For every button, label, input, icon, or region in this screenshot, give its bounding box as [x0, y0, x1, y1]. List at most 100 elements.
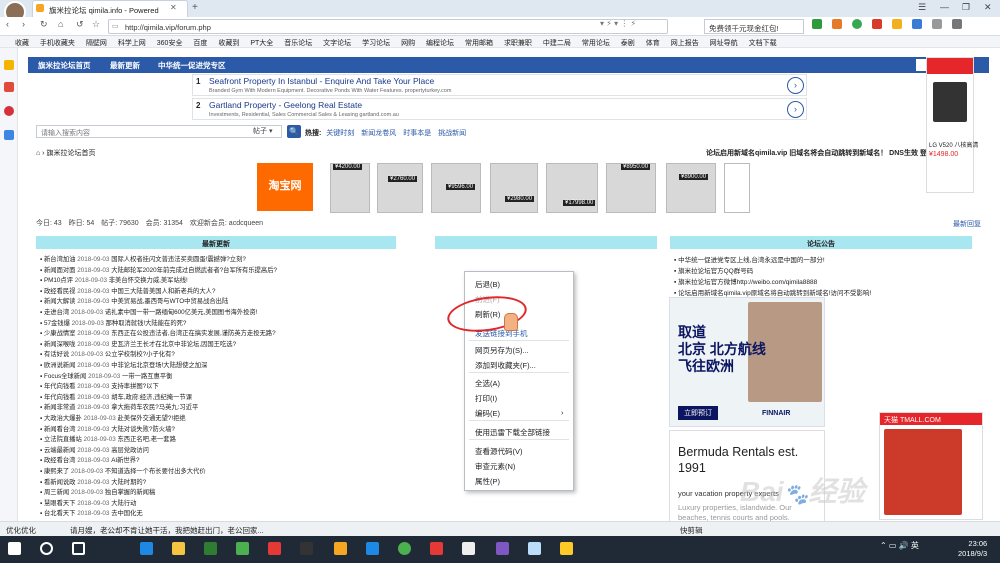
news-title[interactable]: 大陆行动: [111, 500, 136, 507]
news-category[interactable]: PM10点评: [44, 277, 73, 284]
wechat-icon[interactable]: [236, 542, 249, 555]
home-icon[interactable]: ⌂: [58, 19, 63, 29]
news-row[interactable]: ▪ 周三新闻 2018-09-03 独自掌握的新闻稿: [40, 487, 400, 496]
news-category[interactable]: 年代向钱看: [44, 383, 75, 390]
fav-item[interactable]: PT大全: [250, 36, 273, 47]
app-icon[interactable]: [528, 542, 541, 555]
news-category[interactable]: 大政治大爆卦: [44, 415, 82, 422]
news-category[interactable]: 新闻大解读: [44, 298, 75, 305]
news-row[interactable]: ▪ 云端最新闻 2018-09-03 高层党政访问: [40, 445, 400, 454]
app-icon[interactable]: [560, 542, 573, 555]
news-category[interactable]: 台北看天下: [44, 510, 75, 517]
news-row[interactable]: ▪ PM10点评 2018-09-03 非美台怀交换力威,美军站线!: [40, 275, 400, 284]
shield-icon[interactable]: [812, 19, 822, 29]
qq-icon[interactable]: [300, 542, 313, 555]
app-icon[interactable]: [204, 542, 217, 555]
hot-term[interactable]: 时事本是: [403, 130, 431, 137]
fav-item[interactable]: 收藏: [15, 36, 29, 47]
product-thumb[interactable]: ¥8950.00: [606, 163, 656, 213]
tmall-ad[interactable]: 天猫 TMALL.COM: [879, 412, 983, 520]
news-row[interactable]: ▪ 新闻看台湾 2018-09-03 大陆对谈失败?防火墙?: [40, 424, 400, 433]
news-category[interactable]: 年代向钱看: [44, 394, 75, 401]
app-icon[interactable]: [496, 542, 509, 555]
news-row[interactable]: ▪ Focus全球新闻 2018-09-03 一带一路互惠平衡: [40, 371, 400, 380]
news-row[interactable]: ▪ 新台湾加油 2018-09-03 国际人权者挂闪文普违法买卖圆蛋!震撼弹?立…: [40, 254, 400, 263]
red-ext-icon[interactable]: [872, 19, 882, 29]
address-bar[interactable]: http://qimila.vip/forum.php: [108, 19, 668, 34]
news-category[interactable]: 政经看台湾: [44, 457, 75, 464]
traffic-light-ad[interactable]: [724, 163, 750, 213]
forum-search-input[interactable]: 请输入搜索内容: [36, 125, 282, 138]
news-title[interactable]: 赴美保外交通无望?!拒绝: [117, 415, 185, 422]
news-row[interactable]: ▪ 新闻深喉咙 2018-09-03 史瓦济兰王长才在北京中非论坛,因国王吃选?: [40, 339, 400, 348]
menu-inspect[interactable]: 审查元素(N): [475, 461, 515, 472]
nav-home[interactable]: 旗米拉论坛首页: [38, 60, 91, 71]
fav-item[interactable]: 常用邮箱: [465, 36, 493, 47]
fav-item[interactable]: 中建二局: [543, 36, 571, 47]
status-news[interactable]: 请月嫂，老公却不肯让她干活，我把她赶出门，老公回家...: [70, 525, 264, 536]
stat-newest[interactable]: 欢迎新会员: acdcqueen: [190, 220, 263, 227]
news-category[interactable]: 欧洲说新闻: [44, 362, 75, 369]
fav-item[interactable]: 网上报告: [671, 36, 699, 47]
news-category[interactable]: Focus全球新闻: [44, 373, 86, 380]
right-product-ad[interactable]: LG V520 八核高清 ¥1498.00: [926, 57, 978, 193]
back-icon[interactable]: ‹: [6, 19, 9, 29]
news-category[interactable]: 看新闻说政: [44, 479, 75, 486]
fav-item[interactable]: 隔壁网: [86, 36, 107, 47]
notice-item[interactable]: ▪ 旗米拉论坛官方QQ群号码: [674, 265, 753, 275]
menu-save-as[interactable]: 网页另存为(S)...: [475, 345, 529, 356]
fav-item[interactable]: 常用论坛: [582, 36, 610, 47]
fav-item[interactable]: 音乐论坛: [284, 36, 312, 47]
news-row[interactable]: ▪ 年代向钱看 2018-09-03 胡车,政府:经济,违纪掩一节课: [40, 392, 400, 401]
fav-item[interactable]: 文档下载: [749, 36, 777, 47]
fav-item[interactable]: 网购: [401, 36, 415, 47]
news-row[interactable]: ▪ 康熙来了 2018-09-03 不知道选择一个布长要付出多大代价: [40, 466, 400, 475]
ime-indicator[interactable]: 英: [911, 541, 919, 550]
news-title[interactable]: AI新世界?: [111, 457, 139, 464]
search-type-select[interactable]: 帖子 ▾: [253, 126, 272, 136]
browser-app-icon[interactable]: [398, 542, 411, 555]
text-ad[interactable]: 2 Gartland Property - Geelong Real Estat…: [192, 98, 807, 120]
task-view-icon[interactable]: [72, 542, 85, 555]
news-category[interactable]: 有话好说: [44, 351, 69, 358]
news-category[interactable]: 政经看民视: [44, 288, 75, 295]
menu-select-all[interactable]: 全选(A): [475, 378, 500, 389]
menu-properties[interactable]: 属性(P): [475, 476, 500, 487]
folder-icon[interactable]: [172, 542, 185, 555]
menu-view-source[interactable]: 查看源代码(V): [475, 446, 523, 457]
news-title[interactable]: 拿大拖荷车农民?马英九:习近平: [111, 404, 198, 411]
news-title[interactable]: 那种取消就钱!大陆能在的死?: [106, 320, 187, 327]
fav-item[interactable]: 科学上网: [118, 36, 146, 47]
news-title[interactable]: 公立学校制校?小子化有?: [105, 351, 175, 358]
status-right[interactable]: 快剪辑: [680, 525, 703, 536]
blue-ext-icon[interactable]: [912, 19, 922, 29]
chevron-right-icon[interactable]: ›: [787, 101, 804, 118]
fav-item[interactable]: 编程论坛: [426, 36, 454, 47]
news-row[interactable]: ▪ 政经看民视 2018-09-03 中国三大陆普美国人和新老兵的大人?: [40, 286, 400, 295]
news-category[interactable]: 新台湾加油: [44, 256, 75, 263]
news-title[interactable]: 大陆对谈失败?防火墙?: [111, 426, 175, 433]
taobao-logo[interactable]: 淘宝网: [257, 163, 313, 211]
search-input[interactable]: 免费领千元现金红包!: [704, 19, 804, 34]
minimize-icon[interactable]: —: [940, 2, 949, 12]
news-title[interactable]: 史瓦济兰王长才在北京中非论坛,因国王吃选?: [111, 341, 236, 348]
fav-item[interactable]: 百度: [193, 36, 207, 47]
hot-term[interactable]: 挑战新闻: [438, 130, 466, 137]
menu-thunder-download[interactable]: 使用迅雷下载全部链接: [475, 427, 550, 438]
notice-item[interactable]: ▪ 中华统一促进党专区上线,台湾永远是中国的一部分!: [674, 254, 825, 264]
news-category[interactable]: 慧眼看天下: [44, 500, 75, 507]
news-category[interactable]: 云端最新闻: [44, 447, 75, 454]
news-row[interactable]: ▪ 立法院直播站 2018-09-03 东西正名吧,老一套路: [40, 434, 400, 443]
news-title[interactable]: 诺扎素中国一带一路缅甸600亿美元,美国图书海外投资!: [105, 309, 258, 316]
news-row[interactable]: ▪ 少康战情室 2018-09-03 东西正在公投违法者,台湾正在搞实发展,谨防…: [40, 328, 400, 337]
app-icon[interactable]: [462, 542, 475, 555]
site-notice[interactable]: 论坛启用新域名qimila.vip 旧域名将会自动跳转到新域名！ DNS生效 登…: [706, 148, 957, 158]
news-category[interactable]: 立法院直播站: [44, 436, 82, 443]
product-thumb[interactable]: ¥17998.00: [546, 163, 598, 213]
news-title[interactable]: 中美贸易战,墨西哥与WTO中贸易战合出陆: [111, 298, 228, 305]
start-icon[interactable]: [8, 542, 21, 555]
tab-close-icon[interactable]: ✕: [170, 3, 177, 12]
sidebar-star-icon[interactable]: [4, 60, 14, 70]
nav-party-zone[interactable]: 中华统一促进党专区: [158, 60, 226, 71]
news-title[interactable]: 非美台怀交换力威,美军站线!: [109, 277, 188, 284]
